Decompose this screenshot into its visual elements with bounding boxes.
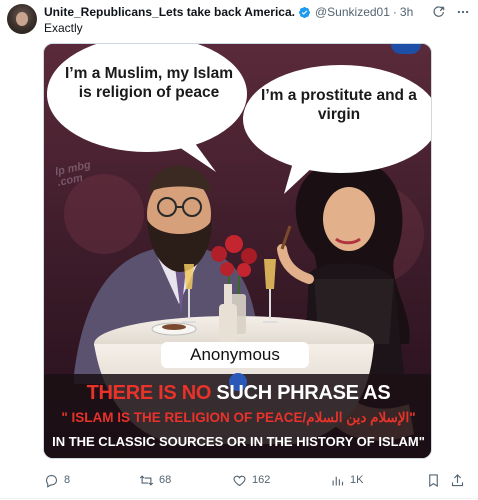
caption-line-3: IN THE CLASSIC SOURCES OR IN THE HISTORY…: [52, 434, 425, 449]
reply-button[interactable]: 8: [44, 471, 70, 489]
grok-icon[interactable]: [432, 5, 446, 19]
caption-line-1-white: SUCH PHRASE AS: [216, 382, 391, 404]
tweet-header: Unite_Republicans_Lets take back America…: [44, 4, 470, 20]
caption-line-2: " ISLAM IS THE RELIGION OF PEACE/الإسلام…: [61, 410, 416, 425]
tweet[interactable]: Unite_Republicans_Lets take back America…: [0, 0, 478, 500]
divider: [0, 498, 478, 499]
bookmark-button[interactable]: [426, 471, 441, 489]
timestamp[interactable]: 3h: [400, 5, 413, 19]
views-count: 1K: [350, 474, 364, 486]
like-button[interactable]: 162: [232, 471, 270, 489]
views-button[interactable]: 1K: [330, 471, 363, 489]
avatar[interactable]: [7, 4, 37, 34]
reply-icon: [45, 474, 58, 488]
avatar-face: [16, 12, 28, 26]
share-button[interactable]: [450, 471, 465, 489]
anonymous-label: Anonymous: [161, 342, 309, 368]
display-name[interactable]: Unite_Republicans_Lets take back America…: [44, 5, 295, 19]
heart-icon: [233, 475, 246, 486]
repost-count: 68: [159, 474, 172, 486]
action-bar: 8 68 162 1K: [44, 471, 464, 489]
header-actions: [432, 5, 470, 19]
speech-bubble-left: I’m a Muslim, my Islam is religion of pe…: [65, 65, 233, 102]
views-icon: [332, 476, 344, 485]
caption-line-1-red: THERE IS NO: [86, 382, 212, 404]
verified-badge-icon: [298, 6, 311, 19]
share-icon: [451, 473, 464, 486]
more-icon[interactable]: [456, 5, 470, 19]
repost-icon: [139, 474, 154, 486]
tweet-media-image[interactable]: I’m a Muslim, my Islam is religion of pe…: [43, 43, 432, 459]
handle[interactable]: @Sunkized01: [315, 5, 390, 19]
image-caption: THERE IS NO SUCH PHRASE AS " ISLAM IS TH…: [44, 374, 431, 458]
repost-button[interactable]: 68: [139, 471, 171, 489]
speech-bubble-right: I’m a prostitute and a virgin: [261, 87, 417, 124]
like-count: 162: [252, 474, 271, 486]
reply-count: 8: [64, 474, 71, 486]
caption-line-1: THERE IS NO SUCH PHRASE AS: [44, 382, 431, 405]
bookmark-icon: [429, 473, 438, 487]
tweet-text: Exactly: [44, 21, 83, 35]
separator: ·: [392, 5, 397, 19]
